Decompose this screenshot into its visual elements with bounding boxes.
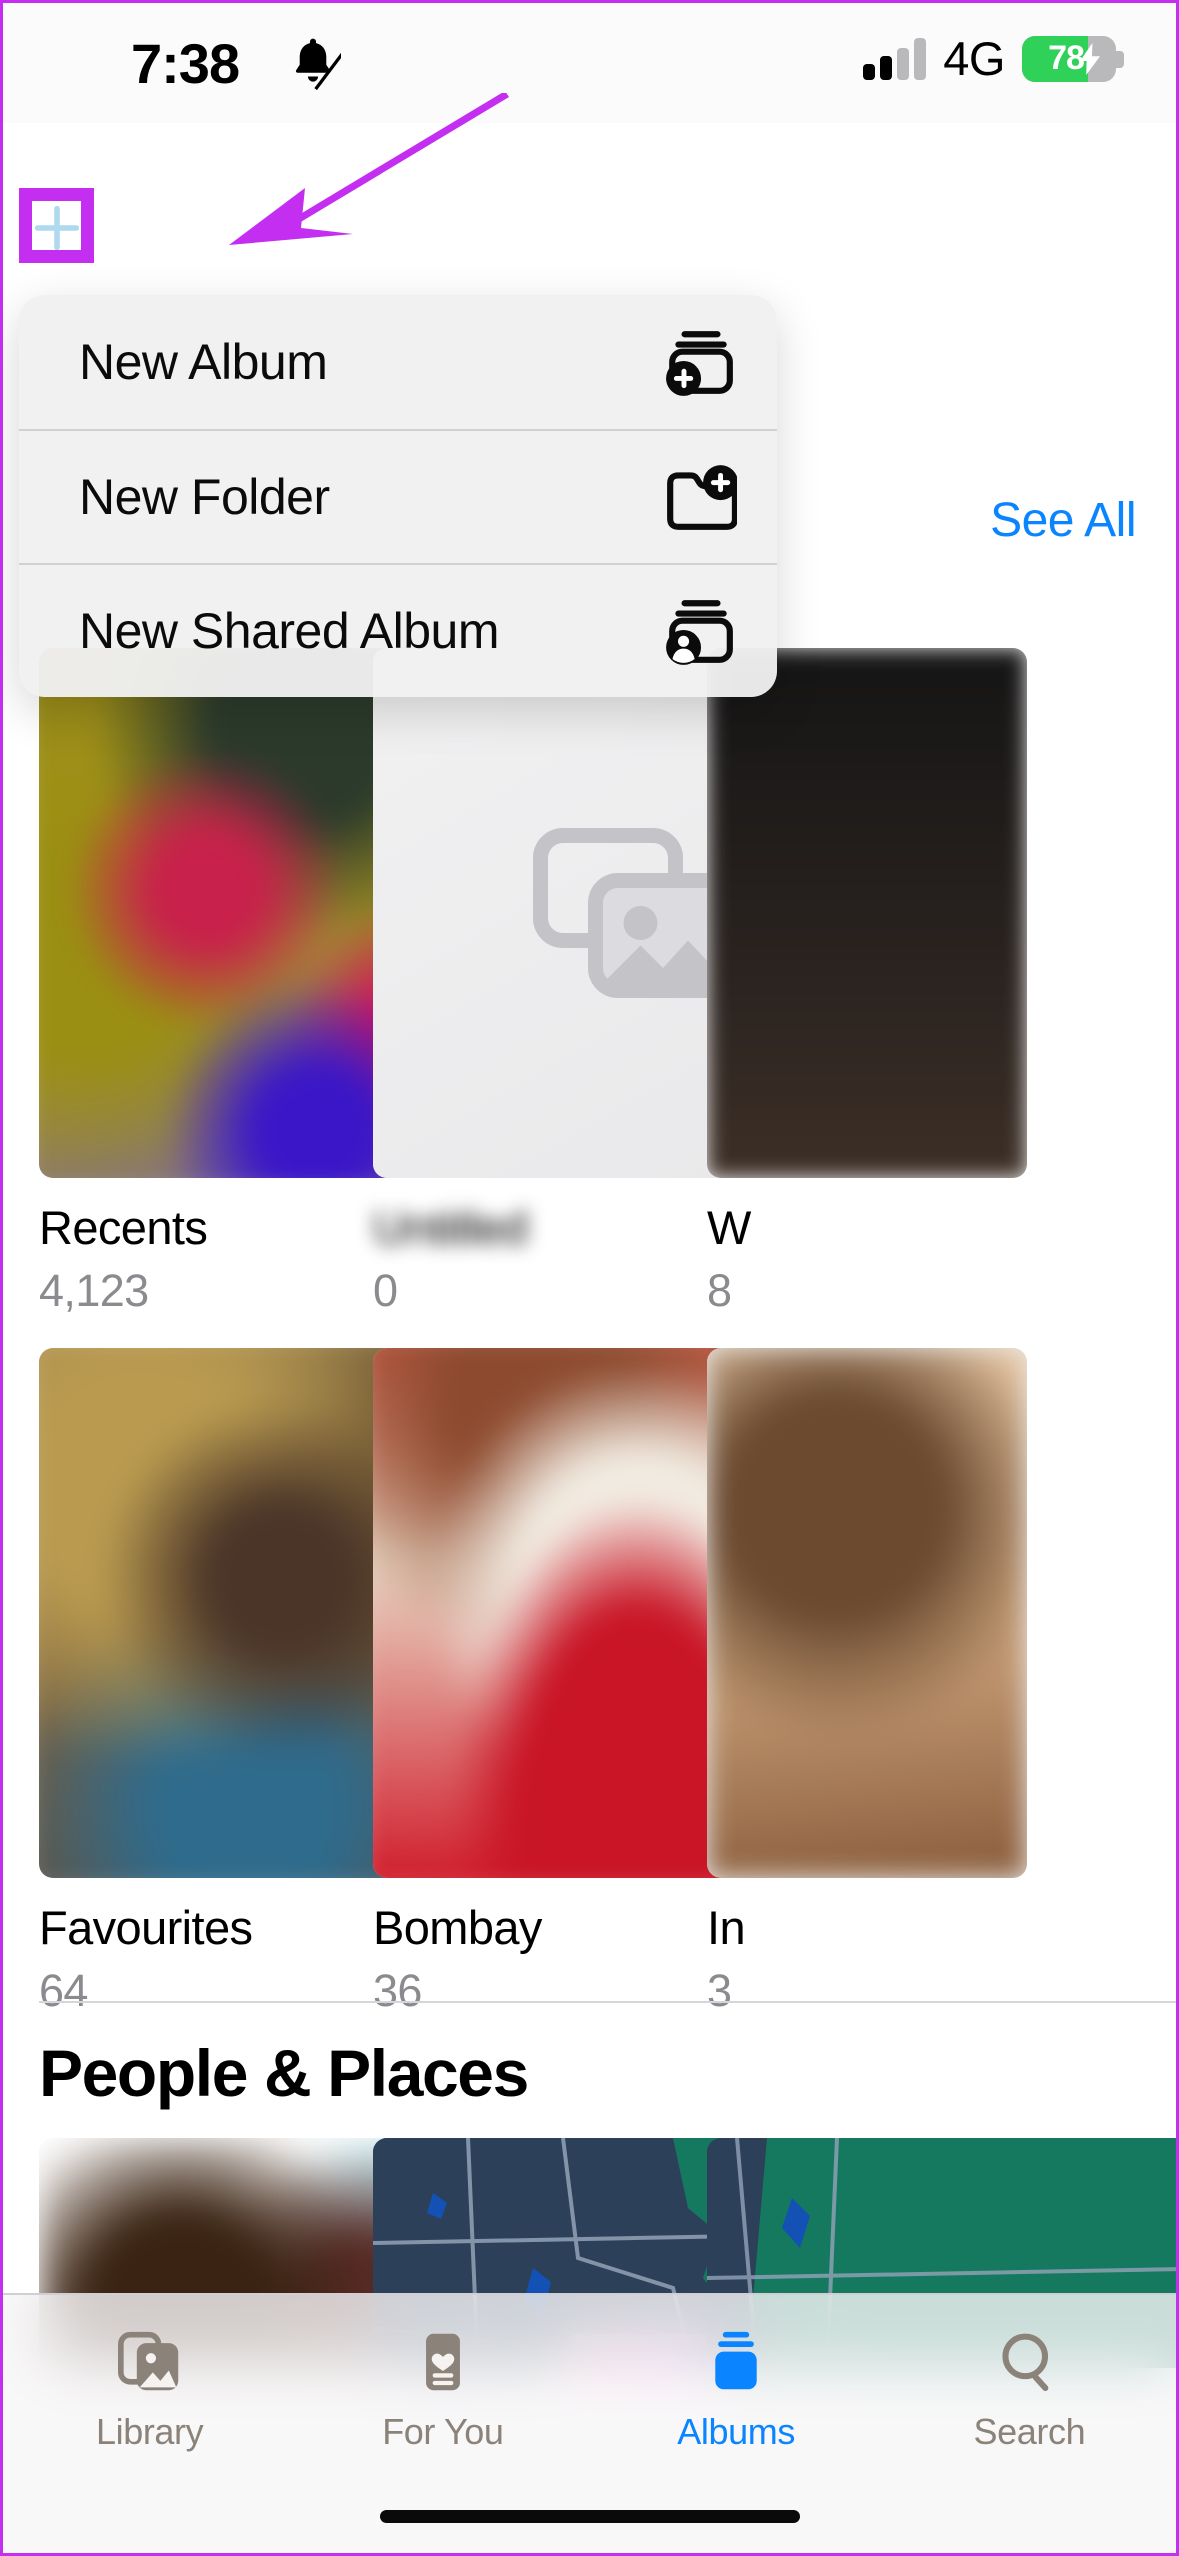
bell-slash-icon <box>285 33 341 91</box>
menu-item-label: New Shared Album <box>79 602 663 660</box>
tab-label: Search <box>974 2411 1086 2453</box>
add-button-highlight <box>19 188 94 263</box>
section-divider <box>39 2001 1176 2003</box>
tab-for-you[interactable]: For You <box>296 2295 589 2453</box>
album-name: W <box>707 1200 1179 1255</box>
heart-card-icon <box>408 2327 478 2397</box>
menu-item-label: New Album <box>79 333 663 391</box>
rectangle-stack-badge-person-icon <box>663 594 737 668</box>
network-type-label: 4G <box>943 35 1005 82</box>
see-all-button[interactable]: See All <box>990 493 1136 548</box>
battery-indicator: 78 <box>1022 36 1116 82</box>
photo-stack-icon <box>115 2327 185 2397</box>
tab-albums[interactable]: Albums <box>590 2295 883 2453</box>
album-row: Favourites 64 Bombay 36 In 3 <box>3 1348 1176 2048</box>
status-indicators: 4G 78 <box>863 35 1116 82</box>
charging-bolt-icon <box>1079 43 1101 75</box>
phone-screen: 7:38 4G 78 See All <box>0 0 1179 2556</box>
album-name: In <box>707 1900 1179 1955</box>
albums-stack-icon <box>701 2327 771 2397</box>
rectangle-stack-badge-plus-icon <box>663 325 737 399</box>
status-bar: 7:38 4G 78 <box>3 3 1176 123</box>
tab-label: Library <box>96 2411 203 2453</box>
menu-item-new-folder[interactable]: New Folder <box>19 429 777 563</box>
tab-library[interactable]: Library <box>3 2295 296 2453</box>
magnifier-icon <box>994 2327 1064 2397</box>
album-count: 8 <box>707 1265 1179 1317</box>
album-cell-w[interactable]: W 8 <box>707 648 1179 1317</box>
people-places-title: People & Places <box>39 2035 528 2111</box>
battery-percent-label: 78 <box>1022 36 1116 82</box>
folder-badge-plus-icon <box>663 460 737 534</box>
my-albums-grid: Recents 4,123 Untitled 0 <box>3 648 1176 1998</box>
menu-item-new-shared-album[interactable]: New Shared Album <box>19 563 777 697</box>
status-time: 7:38 <box>131 31 239 96</box>
album-cell-in[interactable]: In 3 <box>707 1348 1179 2017</box>
album-thumbnail[interactable] <box>707 1348 1027 1878</box>
menu-item-new-album[interactable]: New Album <box>19 295 777 429</box>
home-indicator[interactable] <box>380 2510 800 2523</box>
cellular-signal-icon <box>863 38 926 80</box>
add-context-menu: New Album New Folder New Shared Album <box>19 295 777 697</box>
tab-label: For You <box>382 2411 503 2453</box>
tab-search[interactable]: Search <box>883 2295 1176 2453</box>
album-row: Recents 4,123 Untitled 0 <box>3 648 1176 1348</box>
menu-item-label: New Folder <box>79 468 663 526</box>
album-count: 3 <box>707 1965 1179 2017</box>
tab-label: Albums <box>677 2411 795 2453</box>
album-thumbnail[interactable] <box>707 648 1027 1178</box>
